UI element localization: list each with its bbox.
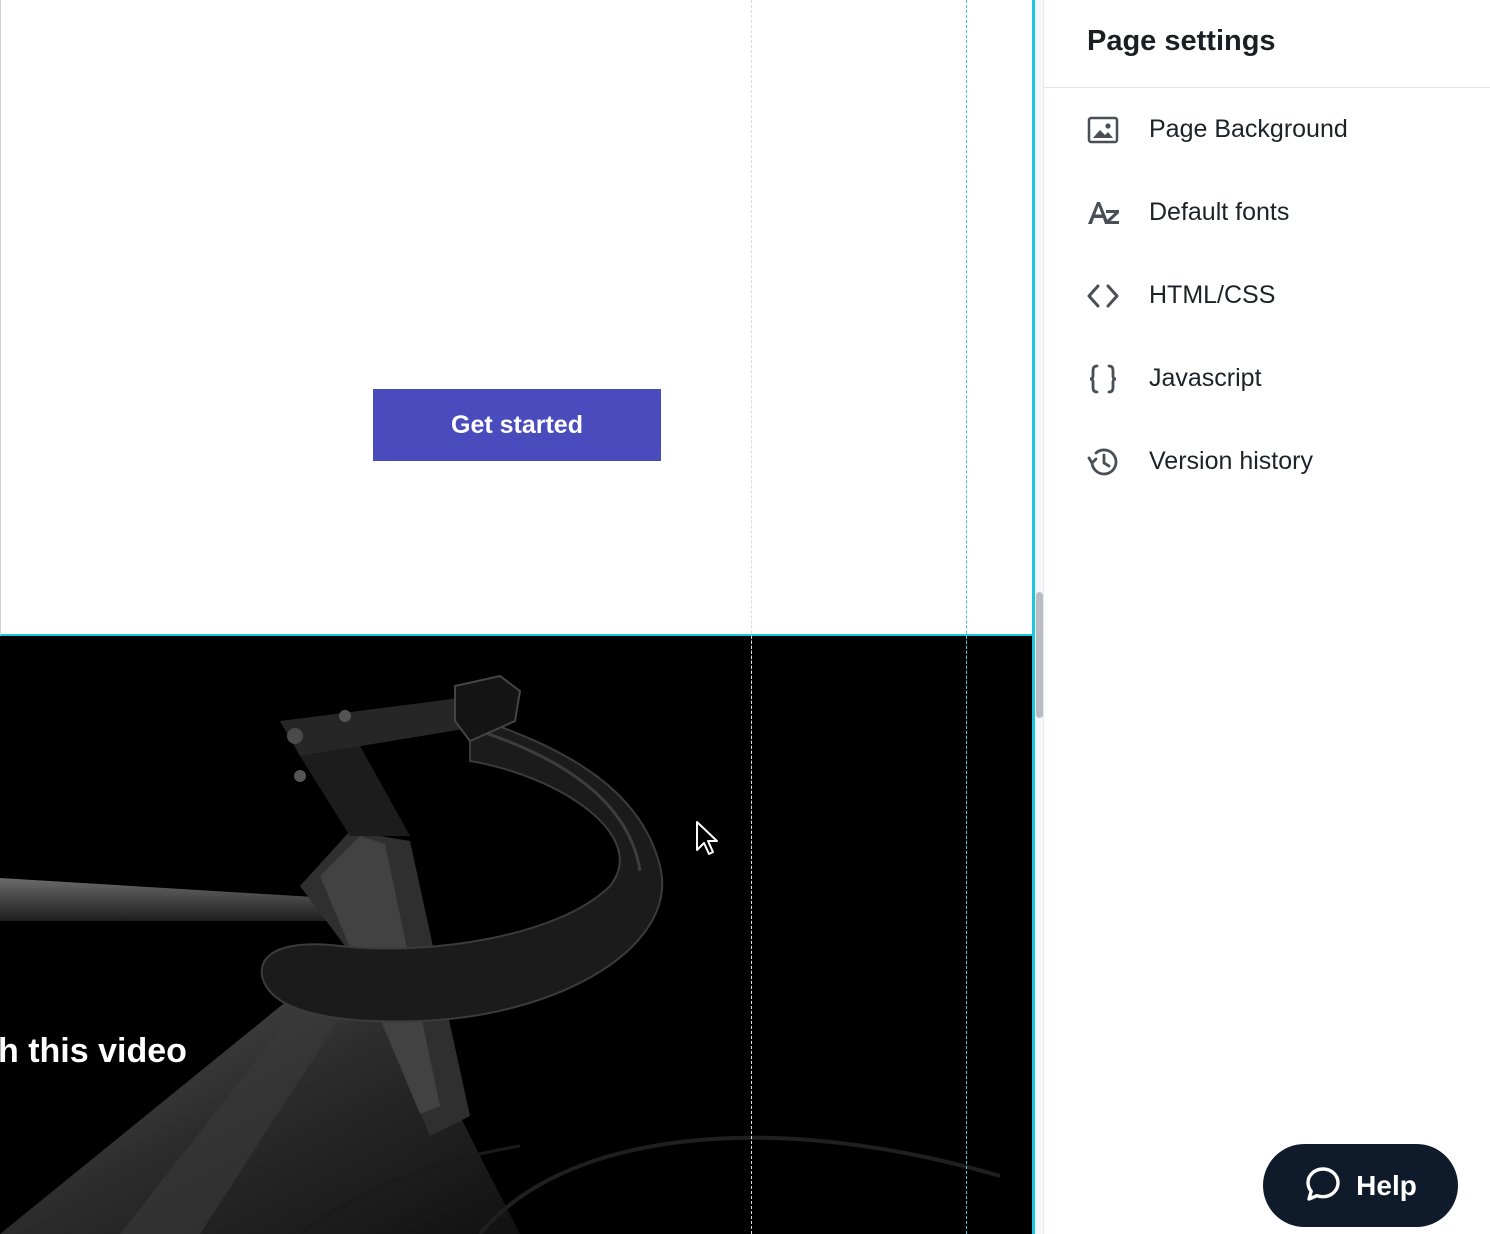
- white-section[interactable]: Get started: [0, 0, 1035, 636]
- menu-item-label: Page Background: [1149, 115, 1348, 143]
- panel-title: Page settings: [1087, 25, 1276, 57]
- menu-item-version-history[interactable]: Version history: [1044, 420, 1490, 503]
- canvas-scrollbar-thumb[interactable]: [1036, 592, 1043, 718]
- menu-item-label: HTML/CSS: [1149, 281, 1276, 309]
- settings-menu: Page Background Default fonts HTML/CSS J…: [1044, 88, 1490, 503]
- menu-item-default-fonts[interactable]: Default fonts: [1044, 171, 1490, 254]
- get-started-button[interactable]: Get started: [373, 389, 661, 461]
- menu-item-javascript[interactable]: Javascript: [1044, 337, 1490, 420]
- menu-item-label: Default fonts: [1149, 198, 1290, 226]
- video-section[interactable]: [0, 636, 1035, 1234]
- panel-header: Page settings: [1044, 0, 1490, 88]
- editor-canvas[interactable]: Get started h this video: [0, 0, 1035, 1234]
- help-label: Help: [1356, 1169, 1417, 1201]
- menu-item-label: Javascript: [1149, 364, 1262, 392]
- code-brackets-icon: [1087, 279, 1121, 313]
- menu-item-html-css[interactable]: HTML/CSS: [1044, 254, 1490, 337]
- curly-braces-icon: [1087, 362, 1121, 396]
- layout-guide-line: [966, 636, 967, 1234]
- mouse-cursor-icon: [696, 821, 718, 855]
- chat-bubble-icon: [1304, 1165, 1342, 1206]
- video-caption[interactable]: h this video: [0, 1032, 187, 1071]
- history-clock-icon: [1087, 445, 1121, 479]
- font-az-icon: [1087, 196, 1121, 230]
- menu-item-page-background[interactable]: Page Background: [1044, 88, 1490, 171]
- layout-guide-line: [751, 636, 752, 1234]
- bicycle-video-background: [0, 636, 1035, 1234]
- image-icon: [1087, 113, 1121, 147]
- help-button[interactable]: Help: [1263, 1144, 1458, 1227]
- page-settings-panel: Page settings Page Background Default fo…: [1044, 0, 1490, 1234]
- menu-item-label: Version history: [1149, 447, 1313, 475]
